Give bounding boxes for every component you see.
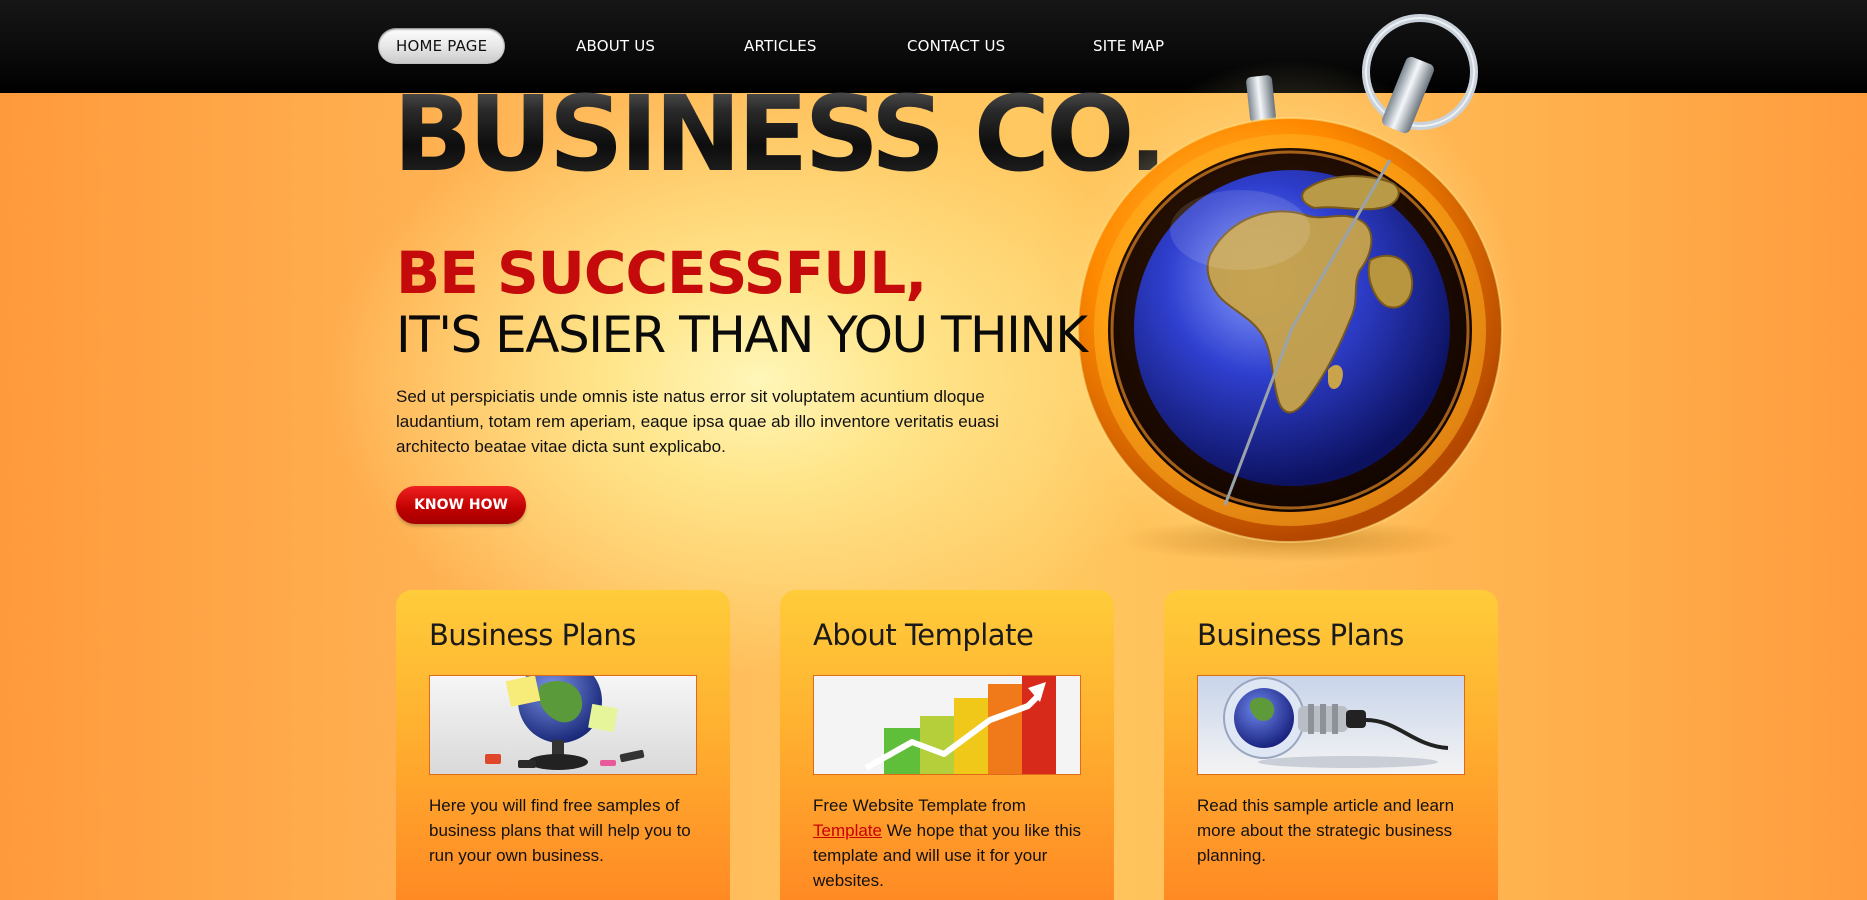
know-how-button[interactable]: KNOW HOW [396,486,526,524]
card-business-plans: Business Plans Here you will find free s… [396,590,730,900]
card-description: Here you will find free samples of busin… [429,796,691,865]
site-logo[interactable]: BUSINESS CO. [393,74,1168,194]
card-title[interactable]: About Template [813,618,1034,652]
nav-contact-us[interactable]: CONTACT US [907,28,1005,64]
card-description: Free Website Template from Template We h… [813,793,1083,893]
nav-articles[interactable]: ARTICLES [744,28,817,64]
card-title[interactable]: Business Plans [429,618,636,652]
globe-stopwatch-icon [1060,14,1520,580]
hero-subheadline: IT'S EASIER THAN YOU THINK [396,306,1088,364]
card-business-plans-2: Business Plans Read this sample article … [1164,590,1498,900]
hero-headline: BE SUCCESSFUL, [396,239,927,307]
globe-desk-photo [429,675,697,775]
nav-home-page[interactable]: HOME PAGE [378,28,506,64]
bar-chart-arrow-photo [813,675,1081,775]
globe-lightbulb-photo [1197,675,1465,775]
card-about-template: About Template Free Website Template fro… [780,590,1114,900]
template-link[interactable]: Template [813,821,882,840]
card-title[interactable]: Business Plans [1197,618,1404,652]
card-description: Read this sample article and learn more … [1197,796,1455,865]
hero-intro-text: Sed ut perspiciatis unde omnis iste natu… [396,387,999,456]
nav-about-us[interactable]: ABOUT US [576,28,655,64]
card-text-before: Free Website Template from [813,796,1026,815]
